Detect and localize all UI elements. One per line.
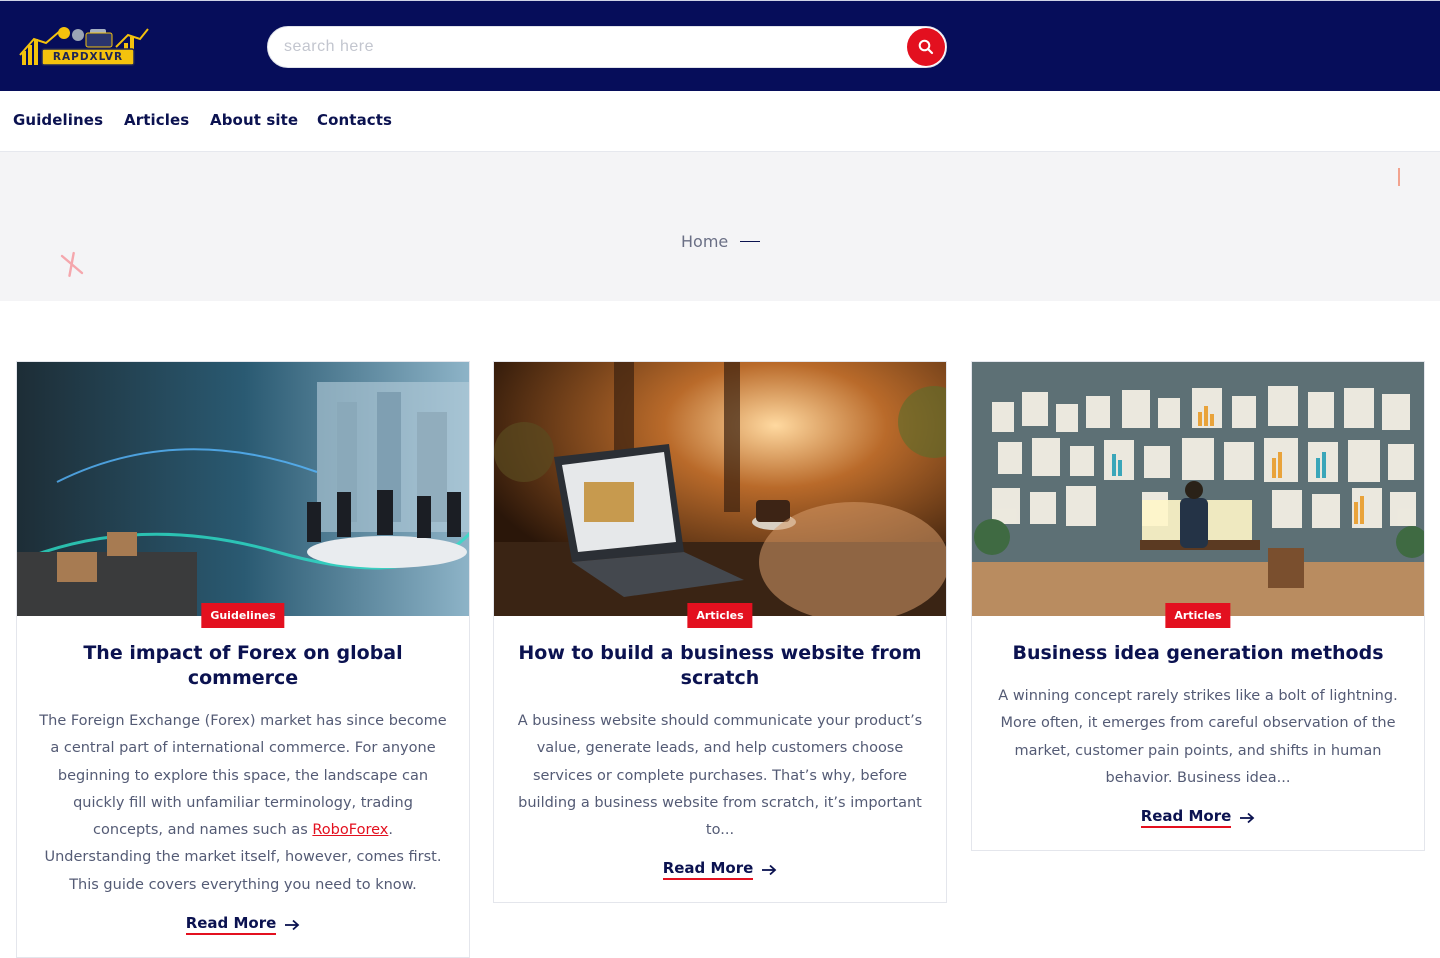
read-more: Read More: [972, 807, 1424, 829]
article-title-text[interactable]: How to build a business website from scr…: [518, 642, 921, 689]
excerpt-text: The Foreign Exchange (Forex) market has …: [39, 713, 447, 839]
article-card: Articles How to build a business website…: [493, 361, 947, 904]
logo-text: RAPDXLVR: [52, 51, 124, 63]
category-badge[interactable]: Articles: [1165, 603, 1231, 628]
article-image-business-ideas[interactable]: [972, 362, 1424, 616]
read-more-link[interactable]: Read More: [185, 914, 277, 936]
arrow-right-icon: [1240, 812, 1255, 823]
article-title-text[interactable]: The impact of Forex on global commerce: [83, 642, 402, 689]
site-logo[interactable]: RAPDXLVR: [16, 25, 150, 69]
article-card: Articles Business idea generation method…: [971, 361, 1425, 852]
article-image-website[interactable]: [494, 362, 946, 616]
arrow-right-icon: [285, 919, 300, 930]
nav-item-contacts[interactable]: Contacts: [317, 111, 392, 129]
arrow-right-icon: [762, 864, 777, 876]
article-title-text[interactable]: Business idea generation methods: [1012, 642, 1383, 664]
main-nav: Guidelines Articles About site Contacts: [0, 91, 1440, 152]
article-excerpt: A winning concept rarely strikes like a …: [998, 688, 1398, 786]
category-badge[interactable]: Articles: [687, 603, 753, 628]
article-excerpt: A business website should communicate yo…: [517, 713, 923, 839]
article-title[interactable]: Business idea generation methods: [972, 641, 1424, 666]
breadcrumb-home[interactable]: Home: [681, 232, 728, 251]
search-box: [267, 26, 947, 68]
article-image-forex[interactable]: [17, 362, 469, 616]
read-more-link[interactable]: Read More: [1140, 807, 1232, 829]
search-input[interactable]: [284, 27, 904, 67]
search-button[interactable]: [907, 28, 945, 66]
read-more: Read More: [17, 914, 469, 936]
header-bar: RAPDXLVR: [0, 0, 1440, 91]
nav-item-about-site[interactable]: About site: [210, 111, 298, 129]
article-title[interactable]: How to build a business website from scr…: [494, 641, 946, 691]
nav-item-guidelines[interactable]: Guidelines: [13, 111, 103, 129]
article-title[interactable]: The impact of Forex on global commerce: [17, 641, 469, 691]
page-hero: Home: [0, 152, 1440, 301]
read-more: Read More: [494, 859, 946, 881]
article-card: Guidelines The impact of Forex on global…: [16, 361, 470, 958]
decorative-cross-icon: [60, 251, 84, 277]
search-icon: [918, 39, 934, 55]
breadcrumb: Home: [681, 232, 761, 251]
article-excerpt: The Foreign Exchange (Forex) market has …: [17, 708, 469, 899]
roboforex-link[interactable]: RoboForex: [312, 822, 388, 838]
read-more-link[interactable]: Read More: [662, 859, 754, 881]
decorative-line: [1398, 168, 1400, 186]
category-badge[interactable]: Guidelines: [201, 603, 285, 628]
nav-item-articles[interactable]: Articles: [124, 111, 189, 129]
breadcrumb-separator: [740, 241, 761, 242]
